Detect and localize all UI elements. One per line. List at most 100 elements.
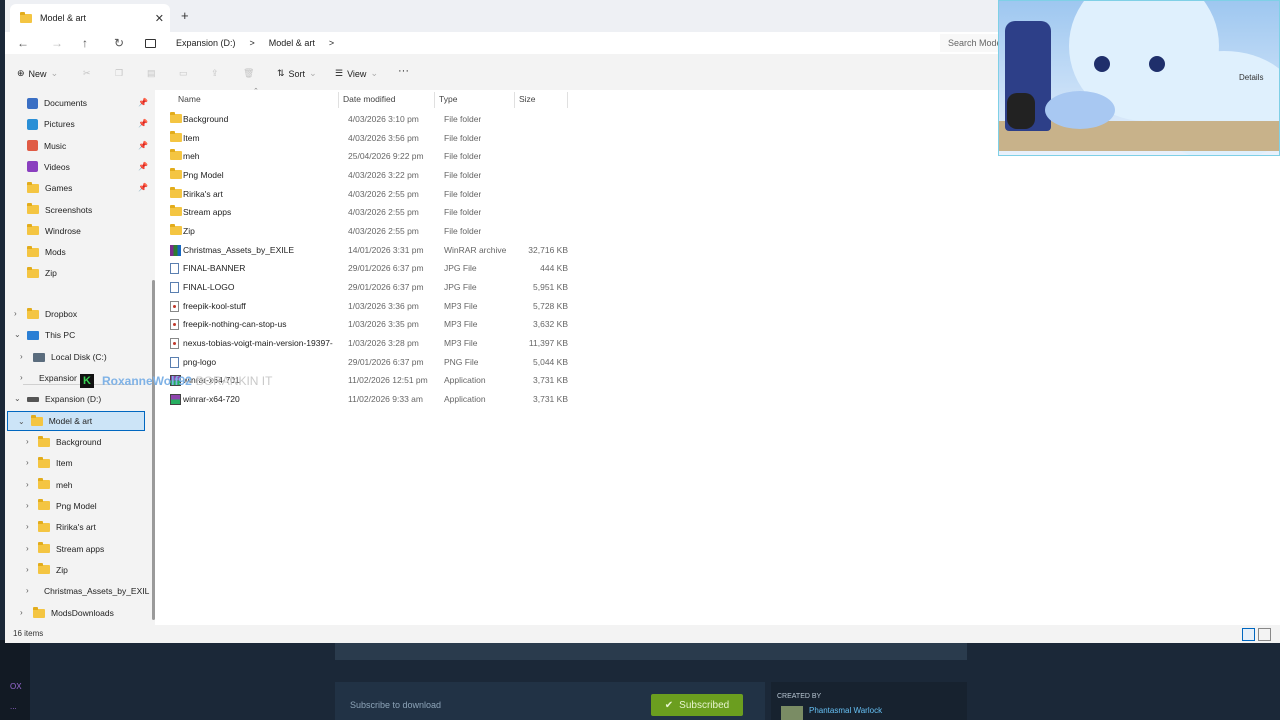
table-row[interactable]: winrar-x64-720 11/02/2026 9:33 am Applicat… <box>170 391 570 409</box>
sidebar-item-dropbox[interactable]: Dropbox <box>27 305 77 323</box>
sidebar-item-local-disk[interactable]: Local Disk (C:) <box>33 348 107 366</box>
sidebar-item-child[interactable]: Zip <box>38 561 150 579</box>
column-divider[interactable] <box>434 92 435 108</box>
creator-name[interactable]: Phantasmal Warlock <box>809 706 882 715</box>
tiles-view-icon[interactable] <box>1258 628 1271 641</box>
chevron-right-icon[interactable]: › <box>26 480 29 489</box>
sidebar-item-pictures[interactable]: Pictures <box>27 115 75 133</box>
pin-icon[interactable]: 📌 <box>138 141 148 150</box>
chevron-right-icon[interactable]: › <box>26 501 29 510</box>
creator-avatar[interactable] <box>781 706 803 720</box>
file-name: Christmas_Assets_by_EXILE <box>183 244 295 255</box>
table-row[interactable]: png-logo 29/01/2026 6:37 pm PNG File 5,044 … <box>170 354 570 372</box>
tab-model-art[interactable]: Model & art ✕ <box>10 4 170 32</box>
chevron-right-icon[interactable]: › <box>20 352 23 361</box>
sort-button[interactable]: ⇅ Sort ⌄ <box>277 68 317 79</box>
pin-icon[interactable]: 📌 <box>138 162 148 171</box>
delete-icon[interactable]: 🗑 <box>243 68 254 79</box>
table-row[interactable]: Item 4/03/2026 3:56 pm File folder <box>170 130 570 148</box>
file-date: 11/02/2026 9:33 am <box>348 394 423 405</box>
column-header-date[interactable]: Date modified <box>343 94 395 104</box>
sidebar-item-model-art[interactable]: ⌄ Model & art <box>7 411 145 431</box>
chevron-right-icon[interactable]: › <box>26 544 29 553</box>
pin-icon[interactable]: 📌 <box>138 119 148 128</box>
new-tab-button[interactable]: + <box>181 8 189 23</box>
view-button[interactable]: ☰ View ⌄ <box>335 68 378 79</box>
chevron-right-icon[interactable]: › <box>26 522 29 531</box>
chevron-down-icon[interactable]: ⌄ <box>18 417 25 426</box>
sidebar-item-label: Zip <box>56 564 68 575</box>
sidebar-item-expansion-collapsed[interactable]: Expansion (D:) <box>33 369 77 387</box>
sidebar-item-child[interactable]: Stream apps <box>38 540 150 558</box>
folder-icon <box>170 224 182 236</box>
copy-icon[interactable]: ❐ <box>115 68 123 79</box>
column-header-size[interactable]: Size <box>519 94 536 104</box>
sidebar-item-mods[interactable]: Mods <box>27 243 66 261</box>
up-button[interactable]: ↑ <box>82 36 88 50</box>
table-row[interactable]: Stream apps 4/03/2026 2:55 pm File folder <box>170 204 570 222</box>
tab-close-icon[interactable]: ✕ <box>155 12 164 25</box>
cut-icon[interactable]: ✂ <box>83 68 91 79</box>
vtuber-overlay: Details <box>998 0 1280 156</box>
breadcrumb-model-art[interactable]: Model & art <box>269 38 315 48</box>
table-row[interactable]: Ririka's art 4/03/2026 2:55 pm File folder <box>170 186 570 204</box>
sidebar-item-child[interactable]: Christmas_Assets_by_EXILE <box>38 582 150 600</box>
table-row[interactable]: Zip 4/03/2026 2:55 pm File folder <box>170 223 570 241</box>
breadcrumb-separator[interactable]: > <box>329 38 334 48</box>
chevron-down-icon[interactable]: ⌄ <box>14 330 21 339</box>
table-row[interactable]: nexus-tobias-voigt-main-version-19397-..… <box>170 335 570 353</box>
new-button[interactable]: ⊕ New ⌄ <box>17 68 58 79</box>
table-row[interactable]: FINAL-BANNER 29/01/2026 6:37 pm JPG File 44… <box>170 260 570 278</box>
table-row[interactable]: Christmas_Assets_by_EXILE 14/01/2026 3:31… <box>170 242 570 260</box>
chevron-down-icon[interactable]: ⌄ <box>14 394 21 403</box>
table-row[interactable]: Png Model 4/03/2026 3:22 pm File folder <box>170 167 570 185</box>
column-divider[interactable] <box>567 92 568 108</box>
back-button[interactable]: ← <box>17 36 29 50</box>
sidebar-item-mods-downloads[interactable]: ModsDownloads <box>33 604 114 622</box>
table-row[interactable]: FINAL-LOGO 29/01/2026 6:37 pm JPG File 5,95… <box>170 279 570 297</box>
computer-icon <box>27 330 39 340</box>
sidebar-item-child[interactable]: Ririka's art <box>38 518 150 536</box>
sidebar-item-expansion[interactable]: Expansion (D:) <box>27 390 101 408</box>
forward-button[interactable]: → <box>51 36 63 50</box>
sidebar-item-documents[interactable]: Documents <box>27 94 87 112</box>
share-icon[interactable]: ⇪ <box>211 68 219 79</box>
sidebar-item-music[interactable]: Music <box>27 137 66 155</box>
column-divider[interactable] <box>338 92 339 108</box>
chevron-right-icon[interactable]: › <box>26 458 29 467</box>
sidebar-item-child[interactable]: Item <box>38 454 150 472</box>
address-bar[interactable]: Expansion (D:) > Model & art > <box>145 32 348 54</box>
sidebar-item-games[interactable]: Games <box>27 179 72 197</box>
chevron-right-icon[interactable]: › <box>26 586 29 595</box>
sidebar-item-windrose[interactable]: Windrose <box>27 222 81 240</box>
table-row[interactable]: meh 25/04/2026 9:22 pm File folder <box>170 148 570 166</box>
chevron-right-icon[interactable]: › <box>14 309 17 318</box>
chevron-right-icon[interactable]: › <box>20 373 23 382</box>
chevron-right-icon[interactable]: › <box>20 608 23 617</box>
details-view-icon[interactable] <box>1242 628 1255 641</box>
more-options-button[interactable]: ··· <box>398 65 409 77</box>
refresh-button[interactable]: ↻ <box>114 36 124 50</box>
column-header-type[interactable]: Type <box>439 94 457 104</box>
sidebar-item-videos[interactable]: Videos <box>27 158 70 176</box>
paste-icon[interactable]: ▤ <box>147 68 156 79</box>
sidebar-item-zip[interactable]: Zip <box>27 264 57 282</box>
subscribed-button[interactable]: ✔ Subscribed <box>651 694 743 716</box>
sidebar-item-this-pc[interactable]: This PC <box>27 326 75 344</box>
table-row[interactable]: freepik-nothing-can-stop-us 1/03/2026 3:3… <box>170 316 570 334</box>
breadcrumb-separator[interactable]: > <box>250 38 255 48</box>
column-header-name[interactable]: Name <box>178 94 201 104</box>
chevron-right-icon[interactable]: › <box>26 565 29 574</box>
rename-icon[interactable]: ▭ <box>179 68 188 79</box>
pin-icon[interactable]: 📌 <box>138 183 148 192</box>
chevron-right-icon[interactable]: › <box>26 437 29 446</box>
breadcrumb-expansion[interactable]: Expansion (D:) <box>176 38 236 48</box>
sidebar-item-child[interactable]: Png Model <box>38 497 150 515</box>
sidebar-item-screenshots[interactable]: Screenshots <box>27 201 92 219</box>
table-row[interactable]: freepik-kool-stuff 1/03/2026 3:36 pm MP3 F… <box>170 298 570 316</box>
sidebar-item-child[interactable]: meh <box>38 476 150 494</box>
pin-icon[interactable]: 📌 <box>138 98 148 107</box>
column-divider[interactable] <box>514 92 515 108</box>
table-row[interactable]: Background 4/03/2026 3:10 pm File folder <box>170 111 570 129</box>
sidebar-item-child[interactable]: Background <box>38 433 150 451</box>
